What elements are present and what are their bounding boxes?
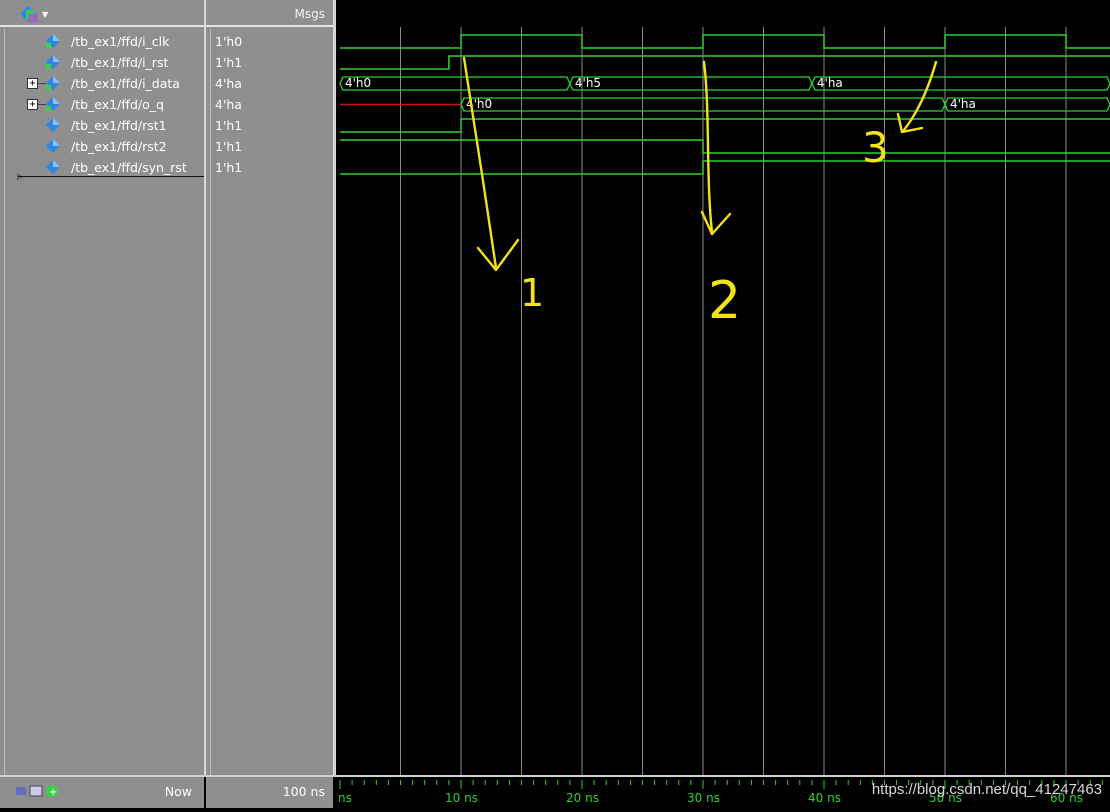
signal-value: 1'h1 bbox=[215, 55, 243, 70]
i-clk-wave bbox=[340, 34, 1110, 49]
ruler-tick-label: ns bbox=[338, 791, 352, 805]
signal-value: 1'h1 bbox=[215, 160, 243, 175]
signal-name: /tb_ex1/ffd/rst1 bbox=[71, 118, 167, 133]
signal-value: 1'h0 bbox=[215, 34, 243, 49]
watermark: https://blog.csdn.net/qq_41247463 bbox=[871, 781, 1102, 798]
signal-row[interactable]: /tb_ex1/ffd/i_clk bbox=[5, 31, 200, 52]
signal-value-row[interactable]: 1'h1 bbox=[211, 157, 329, 178]
signal-row[interactable]: /tb_ex1/ffd/rst2 bbox=[5, 136, 200, 157]
signal-icon bbox=[46, 76, 60, 90]
values-header: Msgs bbox=[206, 0, 333, 27]
ruler-tick-label: 20 ns bbox=[566, 791, 599, 805]
signal-name: /tb_ex1/ffd/i_rst bbox=[71, 55, 169, 70]
signal-value: 4'ha bbox=[215, 97, 242, 112]
signal-row[interactable]: + /tb_ex1/ffd/o_q bbox=[5, 94, 200, 115]
signal-icon bbox=[46, 55, 60, 69]
expand-icon[interactable]: + bbox=[27, 78, 38, 89]
signal-row[interactable]: + /tb_ex1/ffd/i_data bbox=[5, 73, 200, 94]
signal-names-pane: ▼ /tb_ex1/ffd/i_clk /tb_ex1/ffd/i_rst + /… bbox=[0, 0, 328, 775]
rst1-wave bbox=[340, 118, 1110, 133]
names-header: ▼ bbox=[0, 0, 204, 27]
annotation-arrow-2 bbox=[700, 60, 732, 236]
o-q-bus-label: 4'ha bbox=[950, 97, 976, 111]
i-data-bus-segment bbox=[811, 76, 1110, 91]
signal-value-row[interactable]: 1'h0 bbox=[211, 31, 329, 52]
expand-icon[interactable]: + bbox=[27, 99, 38, 110]
signal-value-row[interactable]: 1'h1 bbox=[211, 52, 329, 73]
signal-row[interactable]: /tb_ex1/ffd/i_rst bbox=[5, 52, 200, 73]
signal-value-row[interactable]: 4'ha bbox=[211, 73, 329, 94]
signal-row[interactable]: /tb_ex1/ffd/syn_rst bbox=[5, 157, 200, 178]
now-label: Now bbox=[164, 784, 192, 799]
signal-value-row[interactable]: 1'h1 bbox=[211, 136, 329, 157]
chevron-down-icon[interactable]: ▼ bbox=[42, 10, 48, 19]
annotation-arrow-3 bbox=[896, 60, 938, 134]
waveform-svg: 4'h0 4'h5 4'ha4'h0 4'ha1 23 bbox=[339, 27, 1110, 775]
signal-icon bbox=[46, 160, 60, 174]
signal-name: /tb_ex1/ffd/rst2 bbox=[71, 139, 167, 154]
annotation-label-1: 1 bbox=[520, 271, 544, 315]
rst2-wave bbox=[340, 139, 1110, 154]
signal-value-list: 1'h0 1'h1 4'ha 4'ha 1'h1 1'h1 1'h1 bbox=[210, 29, 329, 775]
i-data-bus-segment bbox=[569, 76, 813, 91]
i-data-bus-segment bbox=[339, 76, 571, 91]
now-row-names: + Now bbox=[0, 777, 204, 808]
msgs-header-label: Msgs bbox=[294, 7, 325, 21]
signal-value: 4'ha bbox=[215, 76, 242, 91]
ruler-tick-label: 10 ns bbox=[445, 791, 478, 805]
i-rst-wave bbox=[340, 55, 1110, 70]
wave-toolbar-icon[interactable] bbox=[18, 4, 40, 24]
cursor-tools-icon[interactable]: + bbox=[16, 783, 62, 799]
signal-icon bbox=[46, 139, 60, 153]
signal-icon bbox=[46, 118, 60, 132]
now-row-values: 100 ns bbox=[206, 777, 333, 808]
signal-value-row[interactable]: 1'h1 bbox=[211, 115, 329, 136]
svg-text:+: + bbox=[49, 787, 57, 798]
waveform-canvas[interactable]: 4'h0 4'h5 4'ha 4'h0 4'ha 1 2 3 bbox=[336, 0, 1110, 775]
signal-name: /tb_ex1/ffd/i_data bbox=[71, 76, 180, 91]
now-value: 100 ns bbox=[282, 784, 325, 799]
signal-value: 1'h1 bbox=[215, 139, 243, 154]
ruler-tick-label: 40 ns bbox=[808, 791, 841, 805]
ruler-tick-label: 30 ns bbox=[687, 791, 720, 805]
signal-row[interactable]: /tb_ex1/ffd/rst1 bbox=[5, 115, 200, 136]
annotation-label-3: 3 bbox=[862, 123, 889, 172]
wave-window: ▼ /tb_ex1/ffd/i_clk /tb_ex1/ffd/i_rst + /… bbox=[0, 0, 1110, 808]
signal-name: /tb_ex1/ffd/syn_rst bbox=[71, 160, 187, 175]
i-data-bus-label: 4'h5 bbox=[575, 76, 601, 90]
insert-marker-icon: ▷ bbox=[17, 172, 24, 181]
syn-rst-wave bbox=[340, 160, 1110, 175]
signal-icon bbox=[46, 97, 60, 111]
signal-value: 1'h1 bbox=[215, 118, 243, 133]
signal-values-pane: Msgs 1'h0 1'h1 4'ha 4'ha 1'h1 1'h1 1'h1 bbox=[206, 0, 333, 775]
signal-name: /tb_ex1/ffd/i_clk bbox=[71, 34, 170, 49]
signal-name-list: /tb_ex1/ffd/i_clk /tb_ex1/ffd/i_rst + /tb… bbox=[4, 29, 200, 775]
signal-icon bbox=[46, 34, 60, 48]
annotation-label-2: 2 bbox=[708, 271, 741, 331]
signal-value-row[interactable]: 4'ha bbox=[211, 94, 329, 115]
i-data-bus-label: 4'h0 bbox=[345, 76, 371, 90]
i-data-bus-label: 4'ha bbox=[817, 76, 843, 90]
signal-name: /tb_ex1/ffd/o_q bbox=[71, 97, 164, 112]
